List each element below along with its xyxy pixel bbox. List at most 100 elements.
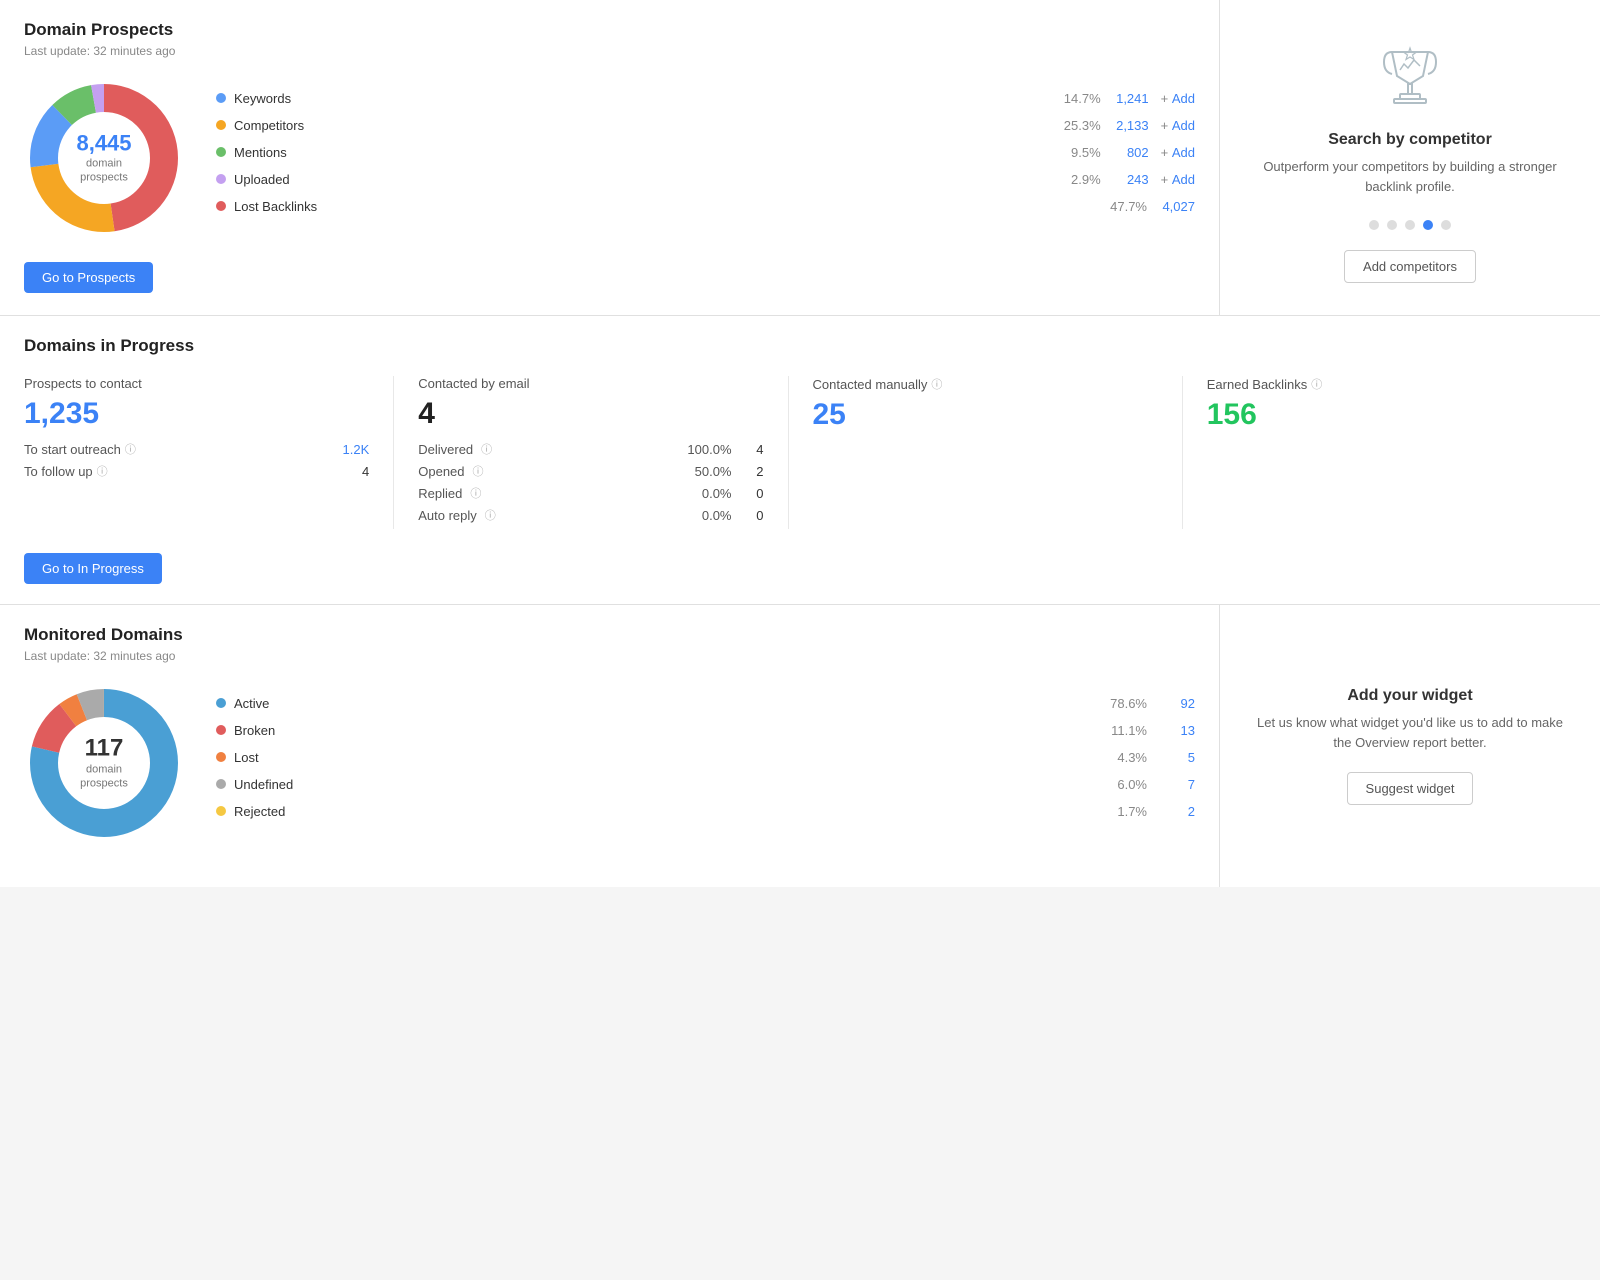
- dot-1[interactable]: [1369, 220, 1379, 230]
- monitored-legend: Active 78.6% 92 Broken 11.1% 13 Lost 4.3…: [216, 696, 1195, 831]
- monitored-subtitle: Last update: 32 minutes ago: [24, 649, 1195, 663]
- add-competitors-button[interactable]: Add competitors: [1344, 250, 1476, 283]
- to-follow-up-row: To follow up ⓘ 4: [24, 463, 369, 479]
- contacted-manually-label: Contacted manually ⓘ: [813, 376, 1158, 392]
- active-label: Active: [234, 696, 1095, 711]
- lost-dot: [216, 752, 226, 762]
- earned-backlinks-label: Earned Backlinks ⓘ: [1207, 376, 1552, 392]
- mentions-count: 802: [1109, 145, 1149, 160]
- legend-row-keywords: Keywords 14.7% 1,241 + Add: [216, 91, 1195, 106]
- opened-label: Opened: [418, 464, 464, 479]
- domain-label: domainprospects: [76, 157, 131, 186]
- legend-row-uploaded: Uploaded 2.9% 243 + Add: [216, 172, 1195, 187]
- earned-backlinks-info[interactable]: ⓘ: [1311, 376, 1322, 392]
- competitor-desc: Outperform your competitors by building …: [1252, 157, 1568, 196]
- widget-panel: Add your widget Let us know what widget …: [1220, 605, 1600, 887]
- replied-label: Replied: [418, 486, 462, 501]
- lost-pct: 4.3%: [1103, 750, 1147, 765]
- contacted-manually-info[interactable]: ⓘ: [931, 376, 942, 392]
- to-start-outreach-row: To start outreach ⓘ 1.2K: [24, 441, 369, 457]
- to-start-outreach-value: 1.2K: [343, 442, 370, 457]
- domains-in-progress-title: Domains in Progress: [24, 336, 1576, 356]
- uploaded-pct: 2.9%: [1057, 172, 1101, 187]
- domain-prospects-chart: 8,445 domainprospects: [24, 78, 184, 238]
- opened-row: Opened ⓘ 50.0% 2: [418, 463, 763, 479]
- to-start-outreach-info[interactable]: ⓘ: [125, 441, 136, 457]
- contacted-by-email-value: 4: [418, 397, 763, 431]
- rejected-dot: [216, 806, 226, 816]
- earned-backlinks-value: 156: [1207, 398, 1552, 432]
- opened-info[interactable]: ⓘ: [473, 463, 484, 479]
- rejected-label: Rejected: [234, 804, 1095, 819]
- competitors-pct: 25.3%: [1057, 118, 1101, 133]
- mentions-pct: 9.5%: [1057, 145, 1101, 160]
- contacted-by-email-block: Contacted by email 4 Delivered ⓘ 100.0% …: [418, 376, 788, 529]
- legend-row-lost-backlinks: Lost Backlinks 47.7% 4,027: [216, 199, 1195, 214]
- competitor-panel: Search by competitor Outperform your com…: [1220, 0, 1600, 315]
- dot-3[interactable]: [1405, 220, 1415, 230]
- mentions-dot: [216, 147, 226, 157]
- undefined-pct: 6.0%: [1103, 777, 1147, 792]
- go-to-in-progress-button[interactable]: Go to In Progress: [24, 553, 162, 584]
- delivered-pct: 100.0%: [687, 442, 731, 457]
- opened-pct: 50.0%: [695, 464, 732, 479]
- auto-reply-info[interactable]: ⓘ: [485, 507, 496, 523]
- undefined-count: 7: [1155, 777, 1195, 792]
- monitored-chart: 117 domainprospects: [24, 683, 184, 843]
- delivered-info[interactable]: ⓘ: [481, 441, 492, 457]
- active-pct: 78.6%: [1103, 696, 1147, 711]
- auto-reply-label: Auto reply: [418, 508, 477, 523]
- domain-prospects-title: Domain Prospects: [24, 20, 1195, 40]
- domain-prospects-subtitle: Last update: 32 minutes ago: [24, 44, 1195, 58]
- active-row: Active 78.6% 92: [216, 696, 1195, 711]
- widget-title: Add your widget: [1347, 687, 1472, 705]
- go-to-prospects-button[interactable]: Go to Prospects: [24, 262, 153, 293]
- keywords-pct: 14.7%: [1057, 91, 1101, 106]
- suggest-widget-button[interactable]: Suggest widget: [1347, 772, 1474, 805]
- delivered-count: 4: [740, 442, 764, 457]
- uploaded-add[interactable]: + Add: [1161, 172, 1195, 187]
- dot-5[interactable]: [1441, 220, 1451, 230]
- competitors-dot: [216, 120, 226, 130]
- domain-count: 8,445: [76, 131, 131, 157]
- legend-row-mentions: Mentions 9.5% 802 + Add: [216, 145, 1195, 160]
- delivered-label: Delivered: [418, 442, 473, 457]
- lost-label: Lost: [234, 750, 1095, 765]
- trophy-icon: [1370, 32, 1450, 115]
- prospects-to-contact-value: 1,235: [24, 397, 369, 431]
- monitored-count: 117: [80, 735, 128, 763]
- auto-reply-pct: 0.0%: [702, 508, 732, 523]
- undefined-row: Undefined 6.0% 7: [216, 777, 1195, 792]
- delivered-row: Delivered ⓘ 100.0% 4: [418, 441, 763, 457]
- broken-row: Broken 11.1% 13: [216, 723, 1195, 738]
- rejected-pct: 1.7%: [1103, 804, 1147, 819]
- contacted-manually-value: 25: [813, 398, 1158, 432]
- dot-2[interactable]: [1387, 220, 1397, 230]
- broken-label: Broken: [234, 723, 1095, 738]
- monitored-donut-center: 117 domainprospects: [80, 735, 128, 792]
- mentions-add[interactable]: + Add: [1161, 145, 1195, 160]
- competitors-add[interactable]: + Add: [1161, 118, 1195, 133]
- keywords-dot: [216, 93, 226, 103]
- lost-count: 5: [1155, 750, 1195, 765]
- auto-reply-row: Auto reply ⓘ 0.0% 0: [418, 507, 763, 523]
- uploaded-dot: [216, 174, 226, 184]
- mentions-label: Mentions: [234, 145, 1049, 160]
- prospects-to-contact-label: Prospects to contact: [24, 376, 369, 391]
- dot-4[interactable]: [1423, 220, 1433, 230]
- to-follow-up-info[interactable]: ⓘ: [97, 463, 108, 479]
- domain-prospects-panel: Domain Prospects Last update: 32 minutes…: [0, 0, 1220, 315]
- donut-center: 8,445 domainprospects: [76, 131, 131, 186]
- replied-info[interactable]: ⓘ: [470, 485, 481, 501]
- replied-pct: 0.0%: [702, 486, 732, 501]
- legend-table: Keywords 14.7% 1,241 + Add Competitors 2…: [216, 91, 1195, 226]
- contacted-manually-block: Contacted manually ⓘ 25: [813, 376, 1183, 529]
- lost-backlinks-count: 4,027: [1155, 199, 1195, 214]
- domains-in-progress-panel: Domains in Progress Prospects to contact…: [0, 316, 1600, 605]
- monitored-title: Monitored Domains: [24, 625, 1195, 645]
- keywords-add[interactable]: + Add: [1161, 91, 1195, 106]
- replied-row: Replied ⓘ 0.0% 0: [418, 485, 763, 501]
- monitored-domains-panel: Monitored Domains Last update: 32 minute…: [0, 605, 1220, 887]
- broken-dot: [216, 725, 226, 735]
- to-follow-up-label: To follow up: [24, 464, 93, 479]
